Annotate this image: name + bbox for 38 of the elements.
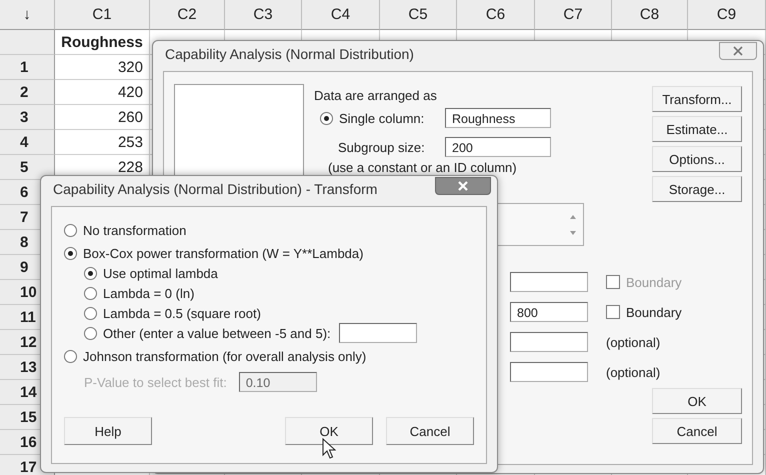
label: Data are arranged as (314, 88, 437, 103)
checkbox-label: Boundary (626, 274, 682, 290)
radio-label: No transformation (83, 223, 186, 238)
row-number: 4 (0, 130, 55, 155)
row-number: 3 (0, 105, 55, 130)
table-cell: 260 (55, 105, 150, 130)
column-name: Roughness (55, 30, 150, 55)
hint-text: (use a constant or an ID column) (327, 160, 517, 175)
note-text: (optional) (606, 334, 660, 350)
window-title: Capability Analysis (Normal Distribution) - Transform (53, 181, 378, 197)
column-header: C1 (55, 0, 150, 30)
column-header: C4 (302, 0, 380, 30)
radio-label: Box-Cox power transformation (W = Y**Lambda) (83, 246, 364, 261)
checkbox-label: Boundary (626, 304, 682, 320)
column-header: ↓ (0, 0, 55, 30)
column-header: C8 (612, 0, 688, 30)
column-header: C2 (150, 0, 225, 30)
radio-label: Single column: (339, 110, 424, 126)
row-number: 5 (0, 155, 55, 180)
table-cell: 320 (55, 55, 150, 80)
label: Subgroup size: (337, 140, 426, 154)
row-number: 1 (0, 55, 55, 80)
table-cell: 420 (55, 80, 150, 105)
window-title: Capability Analysis (Normal Distribution) (165, 46, 414, 62)
table-cell: 253 (55, 130, 150, 155)
radio-label: Other (enter a value between -5 and 5): (103, 326, 331, 340)
radio-label: Use optimal lambda (103, 266, 218, 280)
radio-label: Johnson transformation (for overall analysis only) (83, 349, 366, 364)
radio-label: Lambda = 0.5 (square root) (103, 306, 261, 320)
label: P-Value to select best fit: (84, 374, 227, 390)
note-text: (optional) (606, 364, 660, 380)
column-header: C6 (457, 0, 535, 30)
column-header: C3 (225, 0, 302, 30)
column-header: C9 (688, 0, 766, 30)
column-header: C5 (380, 0, 457, 30)
column-header: C7 (535, 0, 612, 30)
radio-label: Lambda = 0 (ln) (103, 286, 194, 300)
row-number: 2 (0, 80, 55, 105)
